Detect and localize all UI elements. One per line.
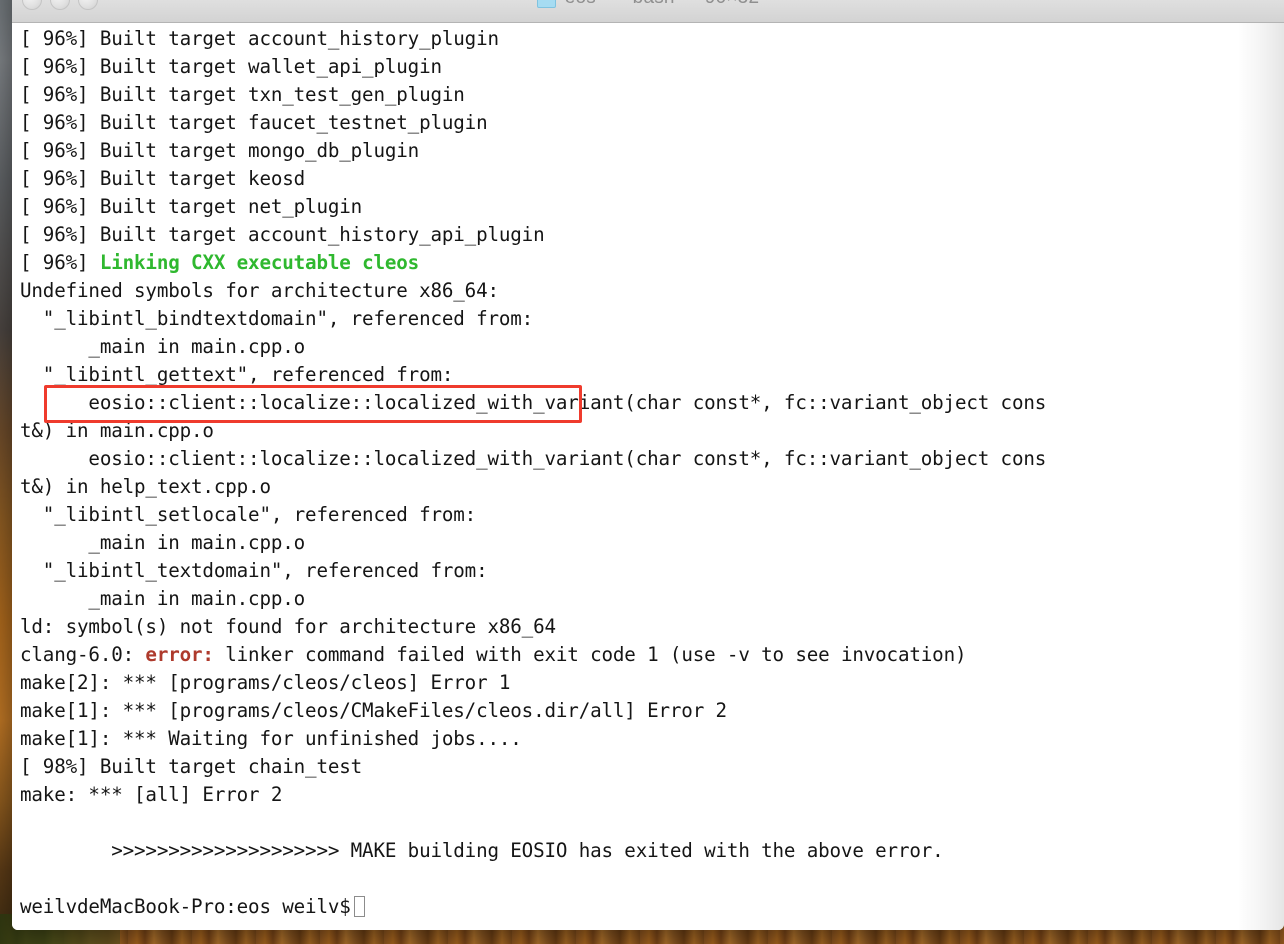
terminal-line: [ 96%] Built target faucet_testnet_plugi… [20, 111, 488, 134]
line-suffix: linker command failed with exit code 1 (… [213, 643, 967, 666]
terminal-line: make[2]: *** [programs/cleos/cleos] Erro… [20, 671, 511, 694]
window-title-group: eos — -bash — 90×32 [12, 0, 1284, 9]
terminal-line: [ 96%] Built target txn_test_gen_plugin [20, 83, 465, 106]
text-cursor [353, 896, 365, 917]
terminal-window: eos — -bash — 90×32 [ 96%] Built target … [12, 0, 1284, 930]
terminal-line: [ 96%] Built target keosd [20, 167, 306, 190]
terminal-line: "_libintl_bindtextdomain", referenced fr… [20, 307, 534, 330]
terminal-app-icon [536, 0, 556, 8]
terminal-line: t&) in main.cpp.o [20, 419, 214, 442]
terminal-line: [ 96%] Linking CXX executable cleos [20, 249, 1284, 277]
shell-prompt-line[interactable]: weilvdeMacBook-Pro:eos weilv$ [20, 893, 1284, 921]
terminal-line-highlighted: "_libintl_gettext", referenced from: [20, 363, 454, 386]
terminal-line: _main in main.cpp.o [20, 531, 306, 554]
terminal-line: "_libintl_textdomain", referenced from: [20, 559, 488, 582]
shell-prompt-text: weilvdeMacBook-Pro:eos weilv$ [20, 895, 351, 918]
terminal-line: [ 96%] Built target net_plugin [20, 195, 363, 218]
terminal-line: [ 96%] Built target account_history_plug… [20, 27, 499, 50]
line-prefix: [ 96%] [20, 251, 100, 274]
window-title: eos — -bash — 90×32 [565, 0, 759, 9]
terminal-line: clang-6.0: error: linker command failed … [20, 641, 1284, 669]
window-titlebar[interactable]: eos — -bash — 90×32 [12, 0, 1284, 23]
terminal-line: t&) in help_text.cpp.o [20, 475, 271, 498]
terminal-line: eosio::client::localize::localized_with_… [20, 391, 1047, 414]
terminal-line: Undefined symbols for architecture x86_6… [20, 279, 499, 302]
terminal-line: [ 96%] Built target wallet_api_plugin [20, 55, 442, 78]
terminal-line: [ 96%] Built target mongo_db_plugin [20, 139, 420, 162]
terminal-line: make: *** [all] Error 2 [20, 783, 283, 806]
terminal-line: [ 96%] Built target account_history_api_… [20, 223, 545, 246]
terminal-line: _main in main.cpp.o [20, 587, 306, 610]
error-keyword: error: [145, 643, 214, 666]
terminal-line: make[1]: *** [programs/cleos/CMakeFiles/… [20, 699, 727, 722]
terminal-screen[interactable]: [ 96%] Built target account_history_plug… [12, 23, 1284, 930]
terminal-line: >>>>>>>>>>>>>>>>>>>> MAKE building EOSIO… [20, 839, 944, 862]
linking-status-text: Linking CXX executable cleos [99, 251, 420, 274]
terminal-line: _main in main.cpp.o [20, 335, 306, 358]
line-prefix: clang-6.0: [20, 643, 146, 666]
terminal-line: eosio::client::localize::localized_with_… [20, 447, 1047, 470]
terminal-line: make[1]: *** Waiting for unfinished jobs… [20, 727, 522, 750]
terminal-output: [ 96%] Built target account_history_plug… [20, 25, 1284, 921]
terminal-line: [ 98%] Built target chain_test [20, 755, 363, 778]
terminal-line: "_libintl_setlocale", referenced from: [20, 503, 477, 526]
terminal-line: ld: symbol(s) not found for architecture… [20, 615, 556, 638]
